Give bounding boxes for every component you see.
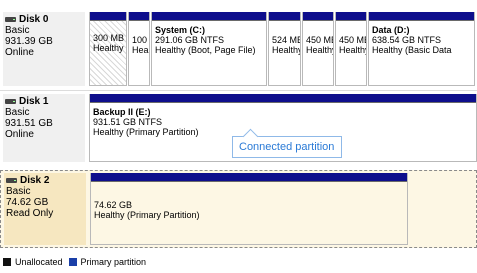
disk-type: Basic [5,25,30,36]
partition-size: 300 MB [93,33,125,43]
partition-0-0[interactable]: 300 MB Healthy [89,12,127,86]
partition-status: Healthy [132,45,149,55]
disk-drive-icon [5,99,16,104]
partition-size: 524 MB [272,35,300,45]
partition-status: Healthy (Boot, Page File) [155,45,256,55]
partition-title: Backup II (E:) [93,107,151,117]
disk-type: Basic [5,107,30,118]
partition-size: 450 MB [306,35,333,45]
partition-status: Healthy [306,45,333,55]
partition-bar [336,12,366,21]
disk-0-row[interactable]: Disk 0 Basic 931.39 GB Online 300 MB Hea… [0,10,477,88]
partition-status: Healthy (Primary Partition) [94,210,200,220]
disk-status: Online [5,47,34,58]
partition-0-4[interactable]: 450 MB Healthy [302,12,334,86]
partition-size: 638.54 GB NTFS [372,35,442,45]
disk-size: 74.62 GB [6,197,49,208]
partition-bar [129,12,149,21]
legend: Unallocated Primary partition [3,257,146,267]
partition-bar [303,12,333,21]
disk-size: 931.39 GB [5,36,53,47]
partition-title: Data (D:) [372,25,410,35]
partition-status: Healthy [93,43,124,53]
disk-1-info[interactable]: Disk 1 Basic 931.51 GB Online [3,94,85,162]
disk-2-row[interactable]: Disk 2 Basic 74.62 GB Read Only 74.62 GB… [0,170,477,248]
partition-0-2[interactable]: System (C:) 291.06 GB NTFS Healthy (Boot… [151,12,267,86]
row-divider [0,90,477,91]
disk-status: Read Only [6,208,54,219]
tooltip: Connected partition [232,136,342,158]
partition-size: 931.51 GB NTFS [93,117,163,127]
legend-unallocated-label: Unallocated [15,257,63,267]
partition-status: Healthy [339,45,366,55]
primary-swatch [68,258,77,266]
partition-status: Healthy (Basic Data [372,45,452,55]
partition-size: 450 MB [339,35,366,45]
partition-0-5[interactable]: 450 MB Healthy [335,12,367,86]
partition-bar [152,12,266,21]
partition-bar [91,173,407,182]
partition-2-0[interactable]: 74.62 GB Healthy (Primary Partition) [90,173,408,245]
partition-0-6[interactable]: Data (D:) 638.54 GB NTFS Healthy (Basic … [368,12,475,86]
partition-title: System (C:) [155,25,206,35]
partition-size: 100 MB [132,35,149,45]
partition-bar [90,12,126,21]
hatch-fill: 300 MB Healthy [90,21,126,85]
disk-name: Disk 0 [19,14,49,25]
partition-bar [369,12,474,21]
partition-size: 74.62 GB [94,200,133,210]
disk-name: Disk 1 [19,96,49,107]
disk-status: Online [5,129,34,140]
partition-size: 291.06 GB NTFS [155,35,225,45]
partition-bar [269,12,300,21]
disk-type: Basic [6,186,31,197]
partition-0-1[interactable]: 100 MB Healthy [128,12,150,86]
legend-primary-label: Primary partition [80,257,147,267]
disk-drive-icon [5,17,16,22]
disk-size: 931.51 GB [5,118,53,129]
disk-drive-icon [6,178,17,183]
partition-0-3[interactable]: 524 MB Healthy [268,12,301,86]
unallocated-swatch [3,258,11,266]
disk-name: Disk 2 [20,175,50,186]
disk-0-info[interactable]: Disk 0 Basic 931.39 GB Online [3,12,85,86]
partition-bar [90,94,476,103]
disk-2-info[interactable]: Disk 2 Basic 74.62 GB Read Only [4,173,86,245]
partition-status: Healthy [272,45,300,55]
